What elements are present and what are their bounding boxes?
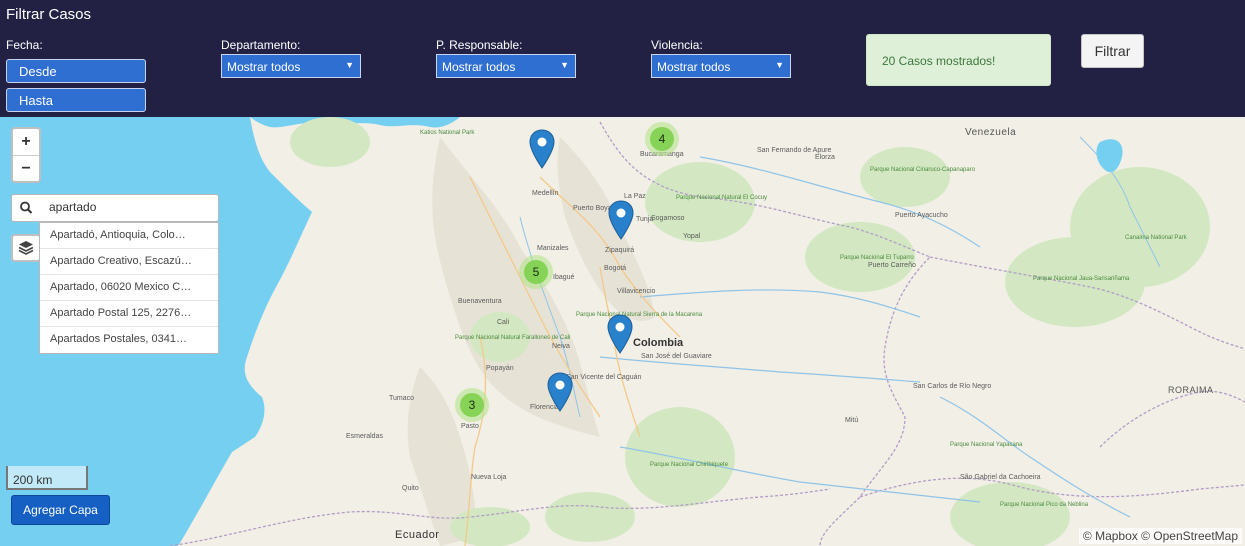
park-label: Parque Nacional Natural Sierra de la Mac… [576,312,703,318]
responsable-select[interactable]: Mostrar todos ▼ [436,54,576,78]
city-label: Tumaco [389,395,415,402]
country-label-venezuela: Venezuela [965,127,1017,138]
map-scale: 200 km [6,466,88,490]
city-label: Medellín [532,190,559,197]
city-label: São Gabriel da Cachoeira [960,474,1041,481]
cluster-count: 4 [650,127,674,151]
city-label: Buenaventura [458,298,502,305]
case-marker-pin-icon[interactable] [547,372,573,412]
caret-down-icon: ▼ [775,60,784,70]
layers-icon [18,241,34,255]
marker-cluster[interactable]: 5 [519,255,553,289]
park-label: Parque Nacional Cinaruco-Capanaparo [870,167,976,173]
departamento-label: Departamento: [221,38,301,52]
city-label: Neiva [552,343,570,350]
city-label: San Vicente del Caguán [566,374,642,381]
park-label: Parque Nacional Natural El Cocuy [676,195,768,201]
park-label: Canaima National Park [1125,235,1187,241]
search-suggestions: Apartadó, Antioquia, Colo… Apartado Crea… [39,222,219,354]
park-label: Parque Nacional Chiribiquete [650,462,729,468]
map-attribution[interactable]: © Mapbox © OpenStreetMap [1078,528,1242,544]
violencia-label: Violencia: [651,38,703,52]
suggestion-item[interactable]: Apartadó, Antioquia, Colo… [40,223,218,249]
park-label: Parque Nacional Yapacana [950,442,1023,448]
city-label: Mitú [845,417,859,424]
cases-count-alert: 20 Casos mostrados! [866,34,1051,86]
suggestion-item[interactable]: Apartado Postal 125, 2276… [40,301,218,327]
city-label: San Carlos de Río Negro [913,383,992,390]
add-layer-button[interactable]: Agregar Capa [11,495,110,525]
city-label: Cali [497,319,510,326]
panel-title: Filtrar Casos [6,6,92,23]
case-marker-pin-icon[interactable] [608,200,634,240]
city-label: Yopal [683,233,701,240]
fecha-label: Fecha: [6,38,43,52]
departamento-select[interactable]: Mostrar todos ▼ [221,54,361,78]
zoom-out-button[interactable]: − [13,155,39,181]
city-label: San Fernando de Apure [757,147,832,154]
layers-control[interactable] [11,234,41,262]
cluster-count: 3 [460,393,484,417]
city-label: Elorza [815,154,835,161]
country-label-ecuador: Ecuador [395,529,440,541]
map[interactable]: Venezuela Colombia Ecuador RORAIMA Medel… [0,117,1245,546]
hasta-button[interactable]: Hasta [6,88,146,112]
city-label: San José del Guaviare [641,353,712,360]
country-label-colombia: Colombia [633,337,684,349]
search-input[interactable]: apartado [49,200,96,214]
suggestion-item[interactable]: Apartado, 06020 Mexico C… [40,275,218,301]
city-label: Puerto Ayacucho [895,212,948,219]
departamento-value: Mostrar todos [227,60,301,74]
caret-down-icon: ▼ [345,60,354,70]
city-label: Bogotá [604,265,627,272]
cluster-count: 5 [524,260,548,284]
region-label-roraima: RORAIMA [1168,385,1214,395]
city-label: Zipaquirá [605,247,635,254]
responsable-value: Mostrar todos [442,60,516,74]
desde-button[interactable]: Desde [6,59,146,83]
city-label: Quito [402,485,419,492]
city-label: Popayán [486,365,514,372]
park-label: Parque Nacional El Tuparro [840,255,914,261]
case-marker-pin-icon[interactable] [607,314,633,354]
city-label: Puerto Carreño [868,262,916,269]
filter-panel: Filtrar Casos Fecha: Desde Hasta Departa… [0,0,1245,117]
park-label: Parque Nacional Natural Farallones de Ca… [455,335,571,341]
responsable-label: P. Responsable: [436,38,523,52]
geocoder-search[interactable]: apartado [11,194,219,222]
city-label: Sogamoso [651,215,685,222]
case-marker-pin-icon[interactable] [529,129,555,169]
suggestion-item[interactable]: Apartados Postales, 0341… [40,327,218,353]
city-label: Manizales [537,245,569,252]
park-label: Katios National Park [420,130,475,136]
violencia-select[interactable]: Mostrar todos ▼ [651,54,791,78]
suggestion-item[interactable]: Apartado Creativo, Escazú… [40,249,218,275]
city-label: La Paz [624,193,646,200]
city-label: Esmeraldas [346,433,383,440]
city-label: Pasto [461,423,479,430]
city-label: Villavicencio [617,288,656,295]
city-label: Ibagué [553,274,575,281]
city-label: Nueva Loja [471,474,507,481]
zoom-in-button[interactable]: + [13,129,39,155]
park-label: Parque Nacional Jaua-Sarisariñama [1033,276,1130,282]
filter-button[interactable]: Filtrar [1081,34,1144,68]
marker-cluster[interactable]: 3 [455,388,489,422]
marker-cluster[interactable]: 4 [645,122,679,156]
caret-down-icon: ▼ [560,60,569,70]
park-label: Parque Nacional Pico da Neblina [1000,502,1089,508]
search-icon[interactable] [12,195,40,221]
zoom-control: + − [11,127,41,183]
violencia-value: Mostrar todos [657,60,731,74]
